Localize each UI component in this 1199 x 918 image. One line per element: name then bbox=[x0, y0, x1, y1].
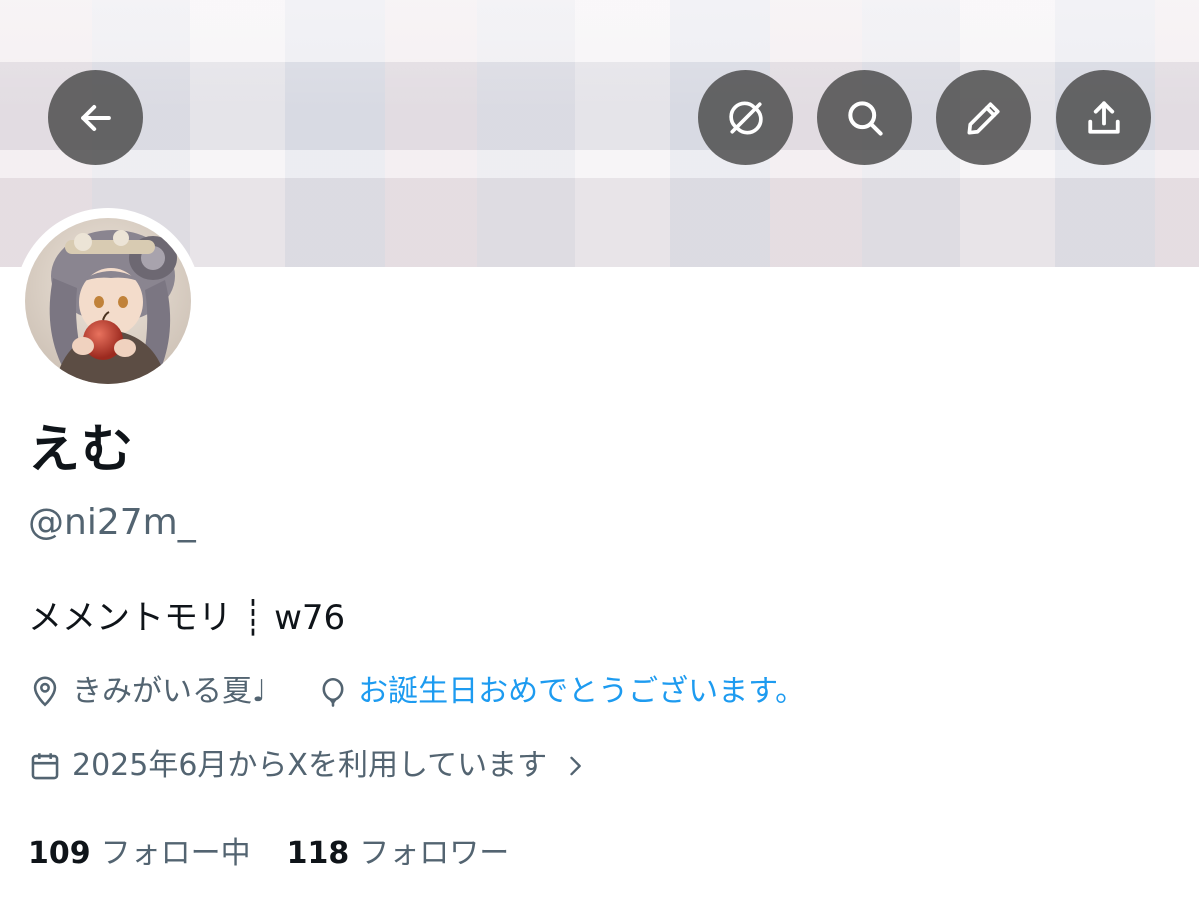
birthday-link[interactable]: お誕生日おめでとうございます。 bbox=[358, 670, 805, 714]
followers-label: フォロワー bbox=[359, 836, 510, 871]
following-count: 109 bbox=[28, 836, 91, 871]
chevron-right-icon bbox=[570, 756, 581, 776]
location-pin-icon bbox=[33, 676, 57, 707]
following-label: フォロー中 bbox=[100, 836, 251, 871]
back-button[interactable] bbox=[48, 70, 143, 165]
share-button[interactable] bbox=[1056, 70, 1151, 165]
search-icon bbox=[847, 100, 883, 136]
following-link[interactable]: 109 フォロー中 bbox=[28, 832, 251, 876]
avatar[interactable] bbox=[25, 218, 191, 384]
followers-count: 118 bbox=[286, 836, 350, 871]
arrow-left-icon bbox=[80, 104, 111, 131]
calendar-icon bbox=[31, 753, 59, 780]
balloon-icon bbox=[322, 677, 344, 707]
display-name: えむ bbox=[28, 420, 135, 480]
followers-link[interactable]: 118 フォロワー bbox=[287, 832, 510, 876]
user-handle: @ni27m_ bbox=[28, 502, 196, 543]
profile-bio: メメントモリ ┊ w76 bbox=[28, 598, 346, 638]
joined-date-text: 2025年6月からXを利用しています bbox=[72, 748, 548, 783]
follow-stats: 109 フォロー中 118 フォロワー bbox=[28, 832, 545, 876]
pencil-icon bbox=[967, 101, 1000, 134]
avatar-illustration bbox=[25, 218, 191, 384]
joined-date-row[interactable]: 2025年6月からXを利用しています bbox=[28, 744, 589, 788]
location-text: きみがいる夏♩ bbox=[72, 674, 267, 709]
edit-button[interactable] bbox=[936, 70, 1031, 165]
grok-button[interactable] bbox=[698, 70, 793, 165]
search-button[interactable] bbox=[817, 70, 912, 165]
profile-meta-row: きみがいる夏♩ お誕生日おめでとうございます。 bbox=[28, 670, 805, 714]
grok-icon bbox=[728, 101, 763, 134]
share-icon bbox=[1087, 100, 1120, 134]
